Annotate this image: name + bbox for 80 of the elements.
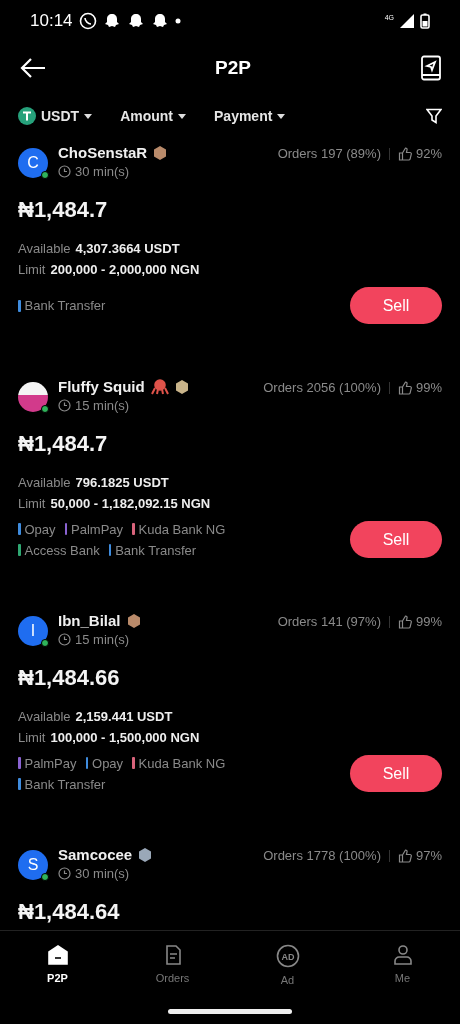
limit-range: 50,000 - 1,182,092.15 NGN: [50, 496, 211, 511]
sell-button[interactable]: Sell: [350, 521, 442, 558]
payment-method: Opay: [92, 755, 124, 771]
clock-icon: [58, 399, 71, 412]
chat-bubble-icon: [78, 12, 97, 30]
available-label: Available: [18, 241, 71, 256]
seller-name[interactable]: ChoSenstaR: [58, 144, 148, 161]
person-icon: [391, 944, 414, 966]
available-amount: 796.1825 USDT: [75, 475, 169, 490]
price: ₦1,484.7: [18, 431, 109, 457]
filter-dropdown[interactable]: Amount: [120, 108, 186, 124]
page-title: P2P: [215, 57, 251, 79]
thumbs-up-icon: [397, 146, 412, 161]
filter-dropdown[interactable]: Payment: [214, 108, 286, 124]
payment-method: PalmPay: [24, 755, 77, 771]
payment-method: Bank Transfer: [24, 776, 106, 792]
orders-count: Orders 2056 (100%): [263, 380, 381, 395]
limit-range: 100,000 - 1,500,000 NGN: [50, 730, 200, 745]
back-arrow-icon[interactable]: [20, 57, 46, 79]
clock-icon: [58, 867, 71, 880]
seller-name[interactable]: Fluffy Squid: [58, 378, 145, 395]
sell-button[interactable]: Sell: [350, 755, 442, 792]
payment-method: PalmPay: [71, 521, 124, 537]
limit-label: Limit: [18, 496, 46, 511]
seller-name[interactable]: Ibn_Bilal: [58, 612, 121, 629]
clock-icon: [58, 633, 71, 646]
limit-label: Limit: [18, 262, 46, 277]
signal-icon: [400, 14, 414, 28]
available-label: Available: [18, 709, 71, 724]
response-time: 15 min(s): [75, 398, 130, 413]
limit-label: Limit: [18, 730, 46, 745]
payment-method: Opay: [24, 521, 56, 537]
orders-count: Orders 141 (97%): [277, 614, 381, 629]
caret-icon: [277, 113, 286, 119]
available-amount: 2,159.441 USDT: [75, 709, 173, 724]
orders-count: Orders 1778 (100%): [263, 848, 381, 863]
avatar-photo-placeholder: [18, 382, 48, 412]
caret-icon: [178, 113, 186, 119]
avatar: S: [18, 850, 48, 880]
guide-book-icon[interactable]: [420, 55, 442, 81]
limit-range: 200,000 - 2,000,000 NGN: [50, 262, 200, 277]
rating: 92%: [415, 146, 442, 161]
filter-dropdown[interactable]: USDT: [18, 107, 93, 125]
thumbs-up-icon: [397, 848, 412, 863]
nav-tab[interactable]: Orders: [115, 943, 230, 995]
response-time: 30 min(s): [75, 164, 130, 179]
sell-button[interactable]: Sell: [350, 287, 442, 324]
thumbs-up-icon: [397, 380, 412, 395]
rating: 97%: [415, 848, 442, 863]
payment-method: Access Bank: [24, 542, 100, 558]
thumbs-up-icon: [397, 614, 412, 629]
payment-method: Kuda Bank NG: [138, 755, 226, 771]
response-time: 30 min(s): [75, 866, 130, 881]
payment-method: Bank Transfer: [24, 298, 106, 313]
response-time: 15 min(s): [75, 632, 130, 647]
price: ₦1,484.64: [18, 899, 121, 925]
caret-icon: [84, 113, 93, 119]
nav-tab[interactable]: AD Ad: [230, 943, 345, 995]
dot-icon: [174, 18, 181, 24]
status-time: 10:14: [30, 11, 73, 31]
rating: 99%: [415, 614, 442, 629]
payment-method: Bank Transfer: [115, 542, 197, 558]
nav-tab[interactable]: Me: [345, 943, 460, 995]
payment-method: Kuda Bank NG: [138, 521, 226, 537]
available-amount: 4,307.3664 USDT: [75, 241, 180, 256]
filter-icon[interactable]: [426, 108, 442, 124]
tether-coin-icon: [18, 107, 36, 125]
battery-icon: [420, 13, 430, 29]
orders-count: Orders 197 (89%): [277, 146, 381, 161]
ad-icon: AD: [275, 944, 300, 968]
price: ₦1,484.66: [18, 665, 121, 691]
nav-tab[interactable]: P2P: [0, 943, 115, 995]
price: ₦1,484.7: [18, 197, 109, 223]
rating: 99%: [415, 380, 442, 395]
clock-icon: [58, 165, 71, 178]
avatar: C: [18, 148, 48, 178]
storefront-icon: [46, 944, 69, 966]
seller-name[interactable]: Samcocee: [58, 846, 133, 863]
avatar: I: [18, 616, 48, 646]
available-label: Available: [18, 475, 71, 490]
